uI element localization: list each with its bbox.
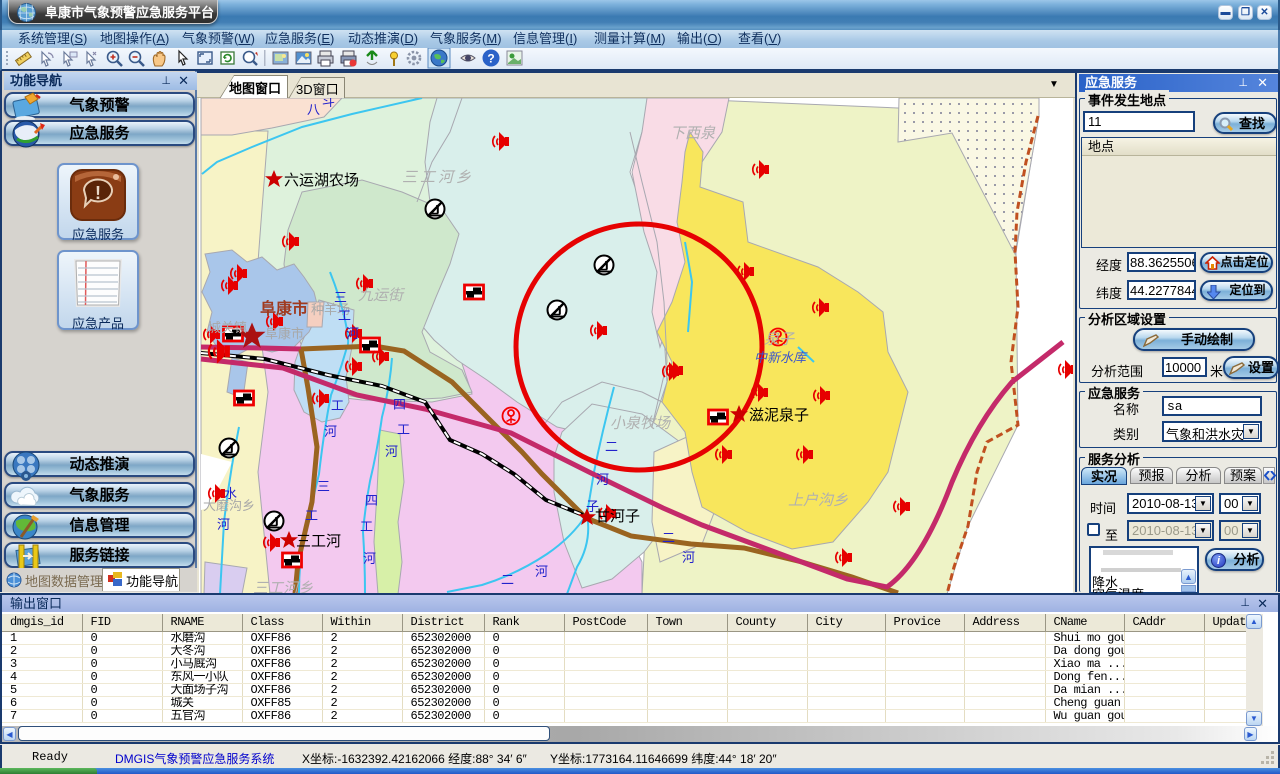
svg-text:河: 河: [363, 551, 376, 566]
svg-text:二: 二: [501, 572, 514, 587]
svg-text:工: 工: [331, 398, 344, 413]
svg-text:工: 工: [360, 519, 373, 534]
svg-text:水: 水: [224, 486, 237, 501]
svg-text:泉子: 泉子: [764, 331, 795, 348]
svg-text:!: !: [95, 183, 101, 203]
svg-text:三: 三: [317, 479, 330, 494]
svg-text:河: 河: [324, 424, 337, 439]
svg-text:下西泉: 下西泉: [670, 125, 716, 142]
svg-text:四: 四: [365, 493, 378, 508]
svg-text:河: 河: [682, 550, 695, 565]
svg-text:九运街: 九运街: [358, 287, 406, 304]
svg-text:三: 三: [334, 290, 347, 305]
svg-text:三工河: 三工河: [296, 533, 341, 550]
svg-text:二: 二: [605, 439, 618, 454]
svg-text:阜康市: 阜康市: [265, 326, 304, 341]
svg-text:?: ?: [487, 52, 494, 66]
svg-text:河: 河: [596, 472, 609, 487]
svg-text:河: 河: [217, 517, 230, 532]
svg-text:河: 河: [385, 444, 398, 459]
svg-text:三工河乡: 三工河乡: [402, 169, 474, 186]
svg-text:八: 八: [307, 102, 320, 117]
svg-text:河: 河: [535, 564, 548, 579]
svg-text:工: 工: [305, 508, 318, 523]
svg-text:四: 四: [393, 397, 406, 412]
svg-text:斗: 斗: [322, 98, 335, 109]
svg-text:滋泥泉子: 滋泥泉子: [749, 407, 809, 424]
svg-text:中新水库: 中新水库: [754, 350, 808, 365]
svg-text:阜康市: 阜康市: [260, 299, 308, 318]
svg-text:上户沟乡: 上户沟乡: [788, 492, 848, 509]
svg-text:六运湖农场: 六运湖农场: [284, 172, 359, 189]
svg-text:河: 河: [346, 326, 359, 341]
svg-text:二: 二: [662, 530, 675, 545]
svg-text:子: 子: [586, 499, 599, 514]
svg-text:工: 工: [397, 422, 410, 437]
svg-text:工: 工: [338, 308, 351, 323]
svg-text:甘河子: 甘河子: [595, 508, 640, 525]
svg-text:三工河乡: 三工河乡: [253, 580, 313, 594]
svg-text:小泉牧场: 小泉牧场: [610, 415, 672, 432]
svg-text:城关镇: 城关镇: [208, 320, 247, 335]
